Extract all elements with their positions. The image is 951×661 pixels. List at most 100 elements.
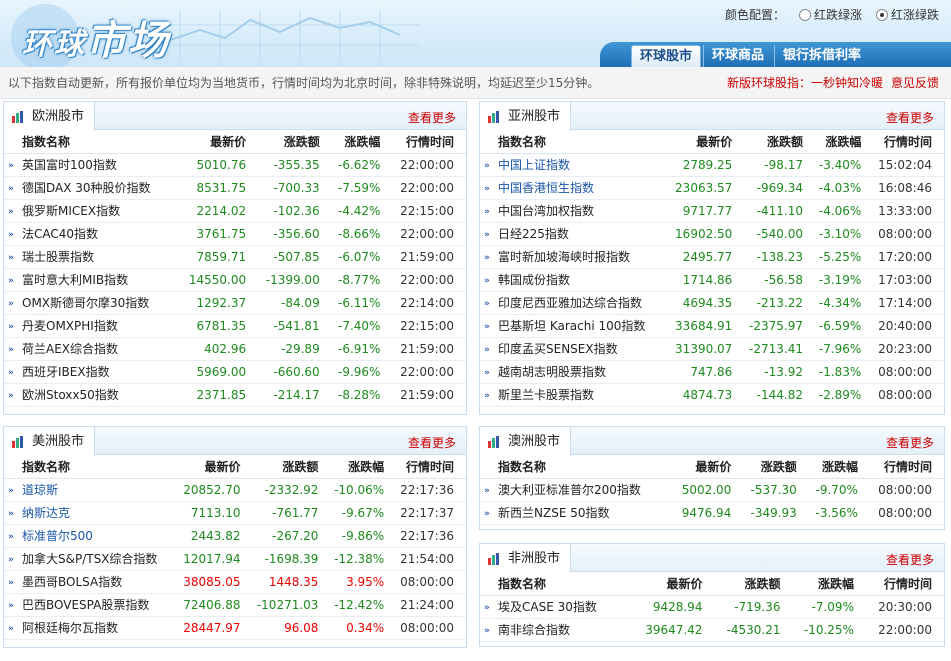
table-row[interactable]: » 法CAC40指数 3761.75 -356.60 -8.66% 22:00:00 xyxy=(4,222,466,246)
index-name[interactable]: 西班牙IBEX指数 xyxy=(22,365,110,379)
index-name[interactable]: 道琼斯 xyxy=(22,483,58,497)
index-name[interactable]: 南非综合指数 xyxy=(498,623,570,637)
index-name-cell[interactable]: » 富时意大利MIB指数 xyxy=(4,268,181,292)
index-name-cell[interactable]: » 英国富时100指数 xyxy=(4,153,181,177)
index-name[interactable]: 日经225指数 xyxy=(498,227,569,241)
table-row[interactable]: » 丹麦OMXPHI指数 6781.35 -541.81 -7.40% 22:15:00 xyxy=(4,314,466,338)
index-name-cell[interactable]: » 欧洲Stoxx50指数 xyxy=(4,383,181,407)
index-name[interactable]: 欧洲Stoxx50指数 xyxy=(22,388,119,402)
index-name-cell[interactable]: » 荷兰AEX综合指数 xyxy=(4,337,181,361)
table-row[interactable]: » OMX斯德哥尔摩30指数 1292.37 -84.09 -6.11% 22:14:00 xyxy=(4,291,466,315)
index-name-cell[interactable]: » 俄罗斯MICEX指数 xyxy=(4,199,181,223)
index-name-cell[interactable]: » 墨西哥BOLSA指数 xyxy=(4,570,180,594)
view-more-link[interactable]: 查看更多 xyxy=(886,551,934,568)
index-name[interactable]: 新西兰NZSE 50指数 xyxy=(498,506,609,520)
view-more-link[interactable]: 查看更多 xyxy=(408,434,456,451)
radio-icon[interactable] xyxy=(798,8,811,21)
index-name-cell[interactable]: » 西班牙IBEX指数 xyxy=(4,360,181,384)
table-row[interactable]: » 加拿大S&P/TSX综合指数 12017.94 -1698.39 -12.38% 21… xyxy=(4,547,466,571)
index-name[interactable]: 韩国成份指数 xyxy=(498,273,570,287)
index-name[interactable]: 印度尼西亚雅加达综合指数 xyxy=(498,296,642,310)
table-row[interactable]: » 中国香港恒生指数 23063.57 -969.34 -4.03% 16:08:46 xyxy=(480,176,944,200)
index-name[interactable]: 墨西哥BOLSA指数 xyxy=(22,575,122,589)
index-name[interactable]: 俄罗斯MICEX指数 xyxy=(22,204,120,218)
table-row[interactable]: » 俄罗斯MICEX指数 2214.02 -102.36 -4.42% 22:15:00 xyxy=(4,199,466,223)
index-name[interactable]: 印度孟买SENSEX指数 xyxy=(498,342,618,356)
index-name[interactable]: 法CAC40指数 xyxy=(22,227,98,241)
table-row[interactable]: » 印度孟买SENSEX指数 31390.07 -2713.41 -7.96% 20:23… xyxy=(480,337,944,361)
index-name[interactable]: 越南胡志明股票指数 xyxy=(498,365,606,379)
index-name-cell[interactable]: » 斯里兰卡股票指数 xyxy=(480,383,671,407)
table-row[interactable]: » 印度尼西亚雅加达综合指数 4694.35 -213.22 -4.34% 17:14:0… xyxy=(480,291,944,315)
index-name[interactable]: 澳大利亚标准普尔200指数 xyxy=(498,483,641,497)
index-name[interactable]: 中国台湾加权指数 xyxy=(498,204,594,218)
table-row[interactable]: » 斯里兰卡股票指数 4874.73 -144.82 -2.89% 08:00:00 xyxy=(480,383,944,407)
index-name-cell[interactable]: » 澳大利亚标准普尔200指数 xyxy=(480,478,675,502)
table-row[interactable]: » 中国上证指数 2789.25 -98.17 -3.40% 15:02:04 xyxy=(480,153,944,177)
index-name-cell[interactable]: » 法CAC40指数 xyxy=(4,222,181,246)
index-name-cell[interactable]: » 巴西BOVESPA股票指数 xyxy=(4,593,180,617)
index-name-cell[interactable]: » 阿根廷梅尔瓦指数 xyxy=(4,616,180,640)
index-name[interactable]: 埃及CASE 30指数 xyxy=(498,600,597,614)
index-name-cell[interactable]: » 中国台湾加权指数 xyxy=(480,199,671,223)
index-name[interactable]: 中国上证指数 xyxy=(498,158,570,172)
index-name[interactable]: 斯里兰卡股票指数 xyxy=(498,388,594,402)
index-name[interactable]: 中国香港恒生指数 xyxy=(498,181,594,195)
index-name[interactable]: 富时意大利MIB指数 xyxy=(22,273,128,287)
table-row[interactable]: » 埃及CASE 30指数 9428.94 -719.36 -7.09% 20:30:00 xyxy=(480,595,944,619)
feedback-link[interactable]: 意见反馈 xyxy=(891,76,939,90)
view-more-link[interactable]: 查看更多 xyxy=(408,109,456,126)
view-more-link[interactable]: 查看更多 xyxy=(886,434,934,451)
tab-global-stocks[interactable]: 环球股市 xyxy=(630,45,701,67)
table-row[interactable]: » 新西兰NZSE 50指数 9476.94 -349.93 -3.56% 08:00:0… xyxy=(480,501,944,525)
option-red-down[interactable]: 红跌绿涨 xyxy=(798,6,862,23)
table-row[interactable]: » 道琼斯 20852.70 -2332.92 -10.06% 22:17:36 xyxy=(4,478,466,502)
table-row[interactable]: » 欧洲Stoxx50指数 2371.85 -214.17 -8.28% 21:59:00 xyxy=(4,383,466,407)
table-row[interactable]: » 纳斯达克 7113.10 -761.77 -9.67% 22:17:37 xyxy=(4,501,466,525)
table-row[interactable]: » 澳大利亚标准普尔200指数 5002.00 -537.30 -9.70% 08:00:… xyxy=(480,478,944,502)
tab-global-commodities[interactable]: 环球商品 xyxy=(702,45,772,67)
index-name[interactable]: 纳斯达克 xyxy=(22,506,70,520)
index-name[interactable]: 标准普尔500 xyxy=(22,529,93,543)
table-row[interactable]: » 巴西BOVESPA股票指数 72406.88 -10271.03 -12.42% 21… xyxy=(4,593,466,617)
table-row[interactable]: » 阿根廷梅尔瓦指数 28447.97 96.08 0.34% 08:00:00 xyxy=(4,616,466,640)
index-name[interactable]: 巴西BOVESPA股票指数 xyxy=(22,598,149,612)
table-row[interactable]: » 日经225指数 16902.50 -540.00 -3.10% 08:00:00 xyxy=(480,222,944,246)
index-name[interactable]: 加拿大S&P/TSX综合指数 xyxy=(22,552,157,566)
index-name-cell[interactable]: » 日经225指数 xyxy=(480,222,671,246)
index-name-cell[interactable]: » 印度尼西亚雅加达综合指数 xyxy=(480,291,671,315)
option-red-up[interactable]: 红涨绿跌 xyxy=(875,6,939,23)
table-row[interactable]: » 富时意大利MIB指数 14550.00 -1399.00 -8.77% 22:00:0… xyxy=(4,268,466,292)
index-name[interactable]: 富时新加坡海峡时报指数 xyxy=(498,250,630,264)
table-row[interactable]: » 标准普尔500 2443.82 -267.20 -9.86% 22:17:36 xyxy=(4,524,466,548)
index-name-cell[interactable]: » 丹麦OMXPHI指数 xyxy=(4,314,181,338)
table-row[interactable]: » 西班牙IBEX指数 5969.00 -660.60 -9.96% 22:00:00 xyxy=(4,360,466,384)
table-row[interactable]: » 德国DAX 30种股价指数 8531.75 -700.33 -7.59% 22:00:… xyxy=(4,176,466,200)
index-name-cell[interactable]: » 纳斯达克 xyxy=(4,501,180,525)
table-row[interactable]: » 韩国成份指数 1714.86 -56.58 -3.19% 17:03:00 xyxy=(480,268,944,292)
index-name-cell[interactable]: » 越南胡志明股票指数 xyxy=(480,360,671,384)
table-row[interactable]: » 墨西哥BOLSA指数 38085.05 1448.35 3.95% 08:00:00 xyxy=(4,570,466,594)
radio-checked-icon[interactable] xyxy=(875,8,888,21)
index-name-cell[interactable]: » 富时新加坡海峡时报指数 xyxy=(480,245,671,269)
tab-interbank-rates[interactable]: 银行拆借利率 xyxy=(773,45,869,67)
index-name[interactable]: 德国DAX 30种股价指数 xyxy=(22,181,151,195)
table-row[interactable]: » 英国富时100指数 5010.76 -355.35 -6.62% 22:00:00 xyxy=(4,153,466,177)
index-name-cell[interactable]: » 标准普尔500 xyxy=(4,524,180,548)
index-name-cell[interactable]: » OMX斯德哥尔摩30指数 xyxy=(4,291,181,315)
index-name[interactable]: 英国富时100指数 xyxy=(22,158,117,172)
index-name-cell[interactable]: » 加拿大S&P/TSX综合指数 xyxy=(4,547,180,571)
index-name-cell[interactable]: » 巴基斯坦 Karachi 100指数 xyxy=(480,314,671,338)
index-name-cell[interactable]: » 南非综合指数 xyxy=(480,618,633,642)
table-row[interactable]: » 荷兰AEX综合指数 402.96 -29.89 -6.91% 21:59:00 xyxy=(4,337,466,361)
table-row[interactable]: » 中国台湾加权指数 9717.77 -411.10 -4.06% 13:33:00 xyxy=(480,199,944,223)
index-name-cell[interactable]: » 印度孟买SENSEX指数 xyxy=(480,337,671,361)
index-name-cell[interactable]: » 道琼斯 xyxy=(4,478,180,502)
index-name[interactable]: 丹麦OMXPHI指数 xyxy=(22,319,118,333)
index-name[interactable]: 荷兰AEX综合指数 xyxy=(22,342,118,356)
index-name[interactable]: 巴基斯坦 Karachi 100指数 xyxy=(498,319,645,333)
promo-link[interactable]: 新版环球股指：一秒钟知冷暖 xyxy=(727,76,883,90)
table-row[interactable]: » 富时新加坡海峡时报指数 2495.77 -138.23 -5.25% 17:20:00 xyxy=(480,245,944,269)
index-name-cell[interactable]: » 中国上证指数 xyxy=(480,153,671,177)
index-name[interactable]: 瑞士股票指数 xyxy=(22,250,94,264)
